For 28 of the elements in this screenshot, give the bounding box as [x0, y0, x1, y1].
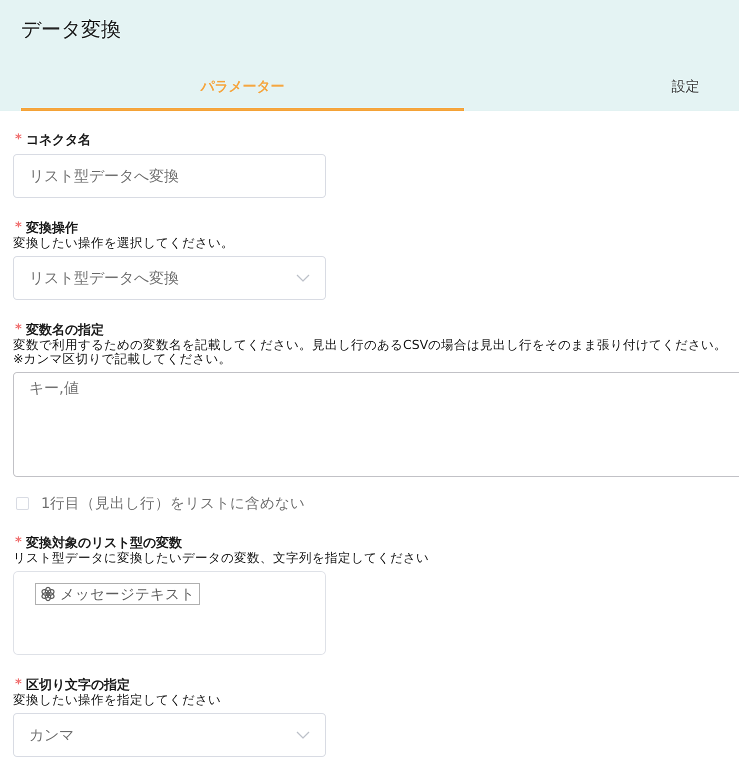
field-label: 変換操作 [26, 220, 78, 236]
variable-field[interactable]: メッセージテキスト [13, 571, 326, 655]
chevron-down-icon [296, 731, 310, 739]
select-field[interactable]: カンマ [13, 713, 326, 757]
variable-tag[interactable]: メッセージテキスト [35, 583, 200, 605]
field-label: 変換対象のリスト型の変数 [26, 534, 182, 552]
required-asterisk: * [15, 322, 22, 337]
required-asterisk: * [15, 132, 22, 147]
field-label: 区切り文字の指定 [26, 676, 130, 694]
checkbox[interactable] [16, 497, 29, 510]
field-label: 変数名の指定 [26, 322, 104, 338]
field-description: 変換したい操作を指定してください [13, 693, 222, 707]
field-description: リスト型データに変換したいデータの変数、文字列を指定してください [13, 551, 430, 565]
field-label: コネクタ名 [26, 132, 91, 148]
text-field[interactable]: リスト型データへ変換 [13, 154, 326, 198]
chevron-down-icon [296, 274, 310, 282]
field-description: ※カンマ区切りで記載してください。 [13, 352, 232, 366]
required-asterisk: * [15, 535, 22, 550]
page-title: データ変換 [20, 16, 122, 43]
field-description: 変換したい操作を選択してください。 [13, 236, 235, 250]
tab[interactable]: 設定 [464, 66, 739, 111]
required-asterisk: * [15, 220, 22, 235]
knot-icon [40, 586, 56, 602]
field-description: 変数で利用するための変数名を記載してください。見出し行のあるCSVの場合は見出し行をそのまま張り付けてください。 [13, 338, 728, 352]
text-area[interactable]: キー,値 [13, 372, 739, 477]
select-field[interactable]: リスト型データへ変換 [13, 256, 326, 300]
required-asterisk: * [15, 677, 22, 692]
checkbox-label: 1行目（見出し行）をリストに含めない [41, 495, 306, 513]
